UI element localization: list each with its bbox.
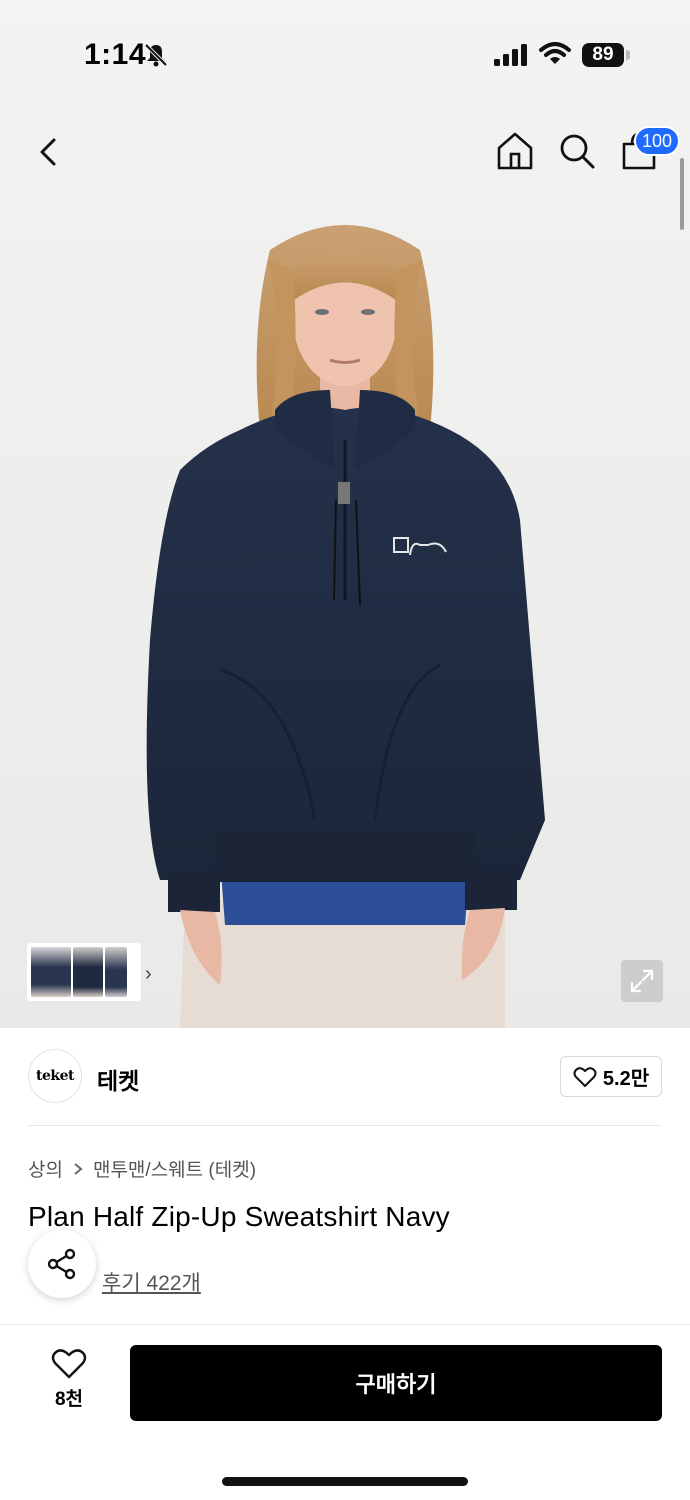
brand-logo[interactable]: teket [28,1049,82,1103]
expand-button[interactable] [621,960,663,1002]
expand-icon [630,969,654,993]
brand-name[interactable]: 테켓 [97,1062,139,1096]
bell-slash-icon [144,43,168,67]
breadcrumb-subcategory[interactable]: 맨투맨/스웨트 (테켓) [93,1155,256,1182]
search-icon[interactable] [556,130,598,172]
wishlist-button[interactable]: 8천 [40,1348,98,1418]
cart-badge[interactable]: 100 [634,126,680,156]
home-indicator[interactable] [222,1477,468,1486]
brand-like-count: 5.2만 [602,1068,650,1090]
home-icon[interactable] [494,130,536,172]
battery-icon: 89 [582,43,624,67]
chevron-right-icon [74,1162,83,1175]
share-icon [47,1248,76,1280]
wishlist-count: 8천 [54,1389,84,1410]
battery-tip [626,50,630,60]
status-bar: 1:14 89 [0,0,690,110]
signal-icon [494,44,527,66]
product-title: Plan Half Zip-Up Sweatshirt Navy [28,1201,450,1232]
brand-like-button[interactable]: 5.2만 [560,1056,662,1097]
scrollbar[interactable] [680,158,684,230]
share-button[interactable] [28,1230,96,1298]
breadcrumb-category[interactable]: 상의 [28,1155,63,1182]
chevron-left-icon[interactable] [30,132,70,172]
divider [28,1125,662,1126]
thumbnail-strip[interactable]: › [27,943,152,1001]
chevron-right-icon[interactable]: › [145,963,152,986]
wifi-icon [539,42,571,64]
thumbnail-3[interactable] [105,947,127,997]
bottom-divider [0,1324,690,1325]
thumbnail-2[interactable] [73,947,103,997]
product-image[interactable]: 1:14 89 100 › [0,0,690,1028]
breadcrumb: 상의 맨투맨/스웨트 (테켓) [28,1155,256,1182]
status-time: 1:14 [84,38,147,71]
heart-outline-icon [573,1066,597,1087]
heart-outline-icon [51,1349,87,1379]
buy-button[interactable]: 구매하기 [130,1345,662,1421]
review-link[interactable]: 후기 422개 [102,1267,201,1297]
thumbnail-1[interactable] [31,947,71,997]
